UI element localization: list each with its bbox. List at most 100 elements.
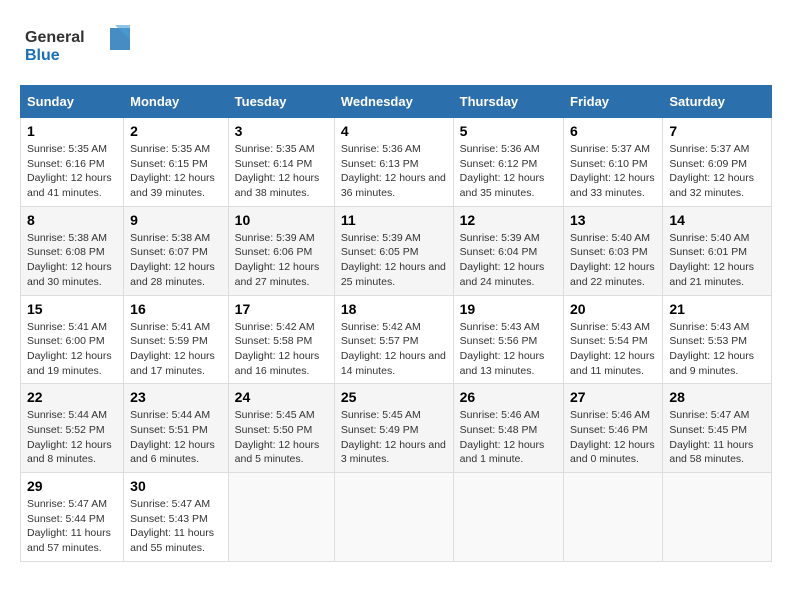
day-cell — [663, 473, 772, 562]
day-cell: 11 Sunrise: 5:39 AMSunset: 6:05 PMDaylig… — [334, 206, 453, 295]
day-number: 4 — [341, 123, 447, 139]
day-info: Sunrise: 5:39 AMSunset: 6:04 PMDaylight:… — [460, 231, 557, 290]
day-info: Sunrise: 5:46 AMSunset: 5:48 PMDaylight:… — [460, 408, 557, 467]
day-number: 11 — [341, 212, 447, 228]
day-cell: 19 Sunrise: 5:43 AMSunset: 5:56 PMDaylig… — [453, 295, 563, 384]
weekday-header-saturday: Saturday — [663, 86, 772, 118]
day-cell: 29 Sunrise: 5:47 AMSunset: 5:44 PMDaylig… — [21, 473, 124, 562]
day-info: Sunrise: 5:36 AMSunset: 6:13 PMDaylight:… — [341, 142, 447, 201]
weekday-header-sunday: Sunday — [21, 86, 124, 118]
svg-text:General: General — [25, 29, 85, 46]
logo: General Blue — [20, 20, 130, 75]
day-cell: 28 Sunrise: 5:47 AMSunset: 5:45 PMDaylig… — [663, 384, 772, 473]
day-cell — [564, 473, 663, 562]
day-info: Sunrise: 5:37 AMSunset: 6:10 PMDaylight:… — [570, 142, 656, 201]
week-row-5: 29 Sunrise: 5:47 AMSunset: 5:44 PMDaylig… — [21, 473, 772, 562]
day-cell: 5 Sunrise: 5:36 AMSunset: 6:12 PMDayligh… — [453, 118, 563, 207]
day-number: 17 — [235, 301, 328, 317]
day-number: 26 — [460, 389, 557, 405]
day-info: Sunrise: 5:46 AMSunset: 5:46 PMDaylight:… — [570, 408, 656, 467]
weekday-header-wednesday: Wednesday — [334, 86, 453, 118]
day-info: Sunrise: 5:41 AMSunset: 5:59 PMDaylight:… — [130, 320, 222, 379]
day-cell: 6 Sunrise: 5:37 AMSunset: 6:10 PMDayligh… — [564, 118, 663, 207]
day-number: 30 — [130, 478, 222, 494]
day-info: Sunrise: 5:43 AMSunset: 5:56 PMDaylight:… — [460, 320, 557, 379]
day-info: Sunrise: 5:44 AMSunset: 5:51 PMDaylight:… — [130, 408, 222, 467]
day-cell: 23 Sunrise: 5:44 AMSunset: 5:51 PMDaylig… — [124, 384, 229, 473]
week-row-4: 22 Sunrise: 5:44 AMSunset: 5:52 PMDaylig… — [21, 384, 772, 473]
day-cell: 3 Sunrise: 5:35 AMSunset: 6:14 PMDayligh… — [228, 118, 334, 207]
day-info: Sunrise: 5:43 AMSunset: 5:54 PMDaylight:… — [570, 320, 656, 379]
day-cell: 27 Sunrise: 5:46 AMSunset: 5:46 PMDaylig… — [564, 384, 663, 473]
day-cell: 17 Sunrise: 5:42 AMSunset: 5:58 PMDaylig… — [228, 295, 334, 384]
day-number: 22 — [27, 389, 117, 405]
day-info: Sunrise: 5:47 AMSunset: 5:43 PMDaylight:… — [130, 497, 222, 556]
day-number: 29 — [27, 478, 117, 494]
day-info: Sunrise: 5:36 AMSunset: 6:12 PMDaylight:… — [460, 142, 557, 201]
weekday-header-monday: Monday — [124, 86, 229, 118]
day-cell: 21 Sunrise: 5:43 AMSunset: 5:53 PMDaylig… — [663, 295, 772, 384]
day-cell: 15 Sunrise: 5:41 AMSunset: 6:00 PMDaylig… — [21, 295, 124, 384]
day-cell: 1 Sunrise: 5:35 AMSunset: 6:16 PMDayligh… — [21, 118, 124, 207]
day-number: 25 — [341, 389, 447, 405]
day-cell: 16 Sunrise: 5:41 AMSunset: 5:59 PMDaylig… — [124, 295, 229, 384]
day-number: 16 — [130, 301, 222, 317]
day-info: Sunrise: 5:35 AMSunset: 6:14 PMDaylight:… — [235, 142, 328, 201]
day-info: Sunrise: 5:47 AMSunset: 5:44 PMDaylight:… — [27, 497, 117, 556]
day-number: 21 — [669, 301, 765, 317]
day-number: 13 — [570, 212, 656, 228]
page-header: General Blue — [20, 20, 772, 75]
weekday-header-tuesday: Tuesday — [228, 86, 334, 118]
day-cell: 4 Sunrise: 5:36 AMSunset: 6:13 PMDayligh… — [334, 118, 453, 207]
calendar-table: SundayMondayTuesdayWednesdayThursdayFrid… — [20, 85, 772, 562]
week-row-1: 1 Sunrise: 5:35 AMSunset: 6:16 PMDayligh… — [21, 118, 772, 207]
week-row-3: 15 Sunrise: 5:41 AMSunset: 6:00 PMDaylig… — [21, 295, 772, 384]
weekday-header-thursday: Thursday — [453, 86, 563, 118]
day-number: 23 — [130, 389, 222, 405]
day-cell: 26 Sunrise: 5:46 AMSunset: 5:48 PMDaylig… — [453, 384, 563, 473]
day-info: Sunrise: 5:37 AMSunset: 6:09 PMDaylight:… — [669, 142, 765, 201]
day-number: 24 — [235, 389, 328, 405]
day-info: Sunrise: 5:45 AMSunset: 5:49 PMDaylight:… — [341, 408, 447, 467]
day-number: 12 — [460, 212, 557, 228]
day-cell: 10 Sunrise: 5:39 AMSunset: 6:06 PMDaylig… — [228, 206, 334, 295]
day-number: 15 — [27, 301, 117, 317]
day-number: 19 — [460, 301, 557, 317]
day-number: 1 — [27, 123, 117, 139]
day-cell: 24 Sunrise: 5:45 AMSunset: 5:50 PMDaylig… — [228, 384, 334, 473]
day-cell: 20 Sunrise: 5:43 AMSunset: 5:54 PMDaylig… — [564, 295, 663, 384]
day-number: 14 — [669, 212, 765, 228]
day-cell — [453, 473, 563, 562]
day-cell: 7 Sunrise: 5:37 AMSunset: 6:09 PMDayligh… — [663, 118, 772, 207]
week-row-2: 8 Sunrise: 5:38 AMSunset: 6:08 PMDayligh… — [21, 206, 772, 295]
day-cell: 8 Sunrise: 5:38 AMSunset: 6:08 PMDayligh… — [21, 206, 124, 295]
day-info: Sunrise: 5:40 AMSunset: 6:03 PMDaylight:… — [570, 231, 656, 290]
day-info: Sunrise: 5:42 AMSunset: 5:58 PMDaylight:… — [235, 320, 328, 379]
day-cell — [228, 473, 334, 562]
day-number: 9 — [130, 212, 222, 228]
day-cell: 18 Sunrise: 5:42 AMSunset: 5:57 PMDaylig… — [334, 295, 453, 384]
day-number: 8 — [27, 212, 117, 228]
svg-text:Blue: Blue — [25, 47, 60, 64]
weekday-header-row: SundayMondayTuesdayWednesdayThursdayFrid… — [21, 86, 772, 118]
day-info: Sunrise: 5:35 AMSunset: 6:16 PMDaylight:… — [27, 142, 117, 201]
day-number: 5 — [460, 123, 557, 139]
day-info: Sunrise: 5:38 AMSunset: 6:08 PMDaylight:… — [27, 231, 117, 290]
day-info: Sunrise: 5:40 AMSunset: 6:01 PMDaylight:… — [669, 231, 765, 290]
day-cell: 13 Sunrise: 5:40 AMSunset: 6:03 PMDaylig… — [564, 206, 663, 295]
day-cell: 22 Sunrise: 5:44 AMSunset: 5:52 PMDaylig… — [21, 384, 124, 473]
day-info: Sunrise: 5:45 AMSunset: 5:50 PMDaylight:… — [235, 408, 328, 467]
day-info: Sunrise: 5:42 AMSunset: 5:57 PMDaylight:… — [341, 320, 447, 379]
day-number: 7 — [669, 123, 765, 139]
day-info: Sunrise: 5:47 AMSunset: 5:45 PMDaylight:… — [669, 408, 765, 467]
day-cell: 14 Sunrise: 5:40 AMSunset: 6:01 PMDaylig… — [663, 206, 772, 295]
weekday-header-friday: Friday — [564, 86, 663, 118]
day-number: 2 — [130, 123, 222, 139]
day-info: Sunrise: 5:43 AMSunset: 5:53 PMDaylight:… — [669, 320, 765, 379]
day-cell: 30 Sunrise: 5:47 AMSunset: 5:43 PMDaylig… — [124, 473, 229, 562]
day-cell: 12 Sunrise: 5:39 AMSunset: 6:04 PMDaylig… — [453, 206, 563, 295]
day-number: 20 — [570, 301, 656, 317]
day-info: Sunrise: 5:39 AMSunset: 6:05 PMDaylight:… — [341, 231, 447, 290]
day-number: 3 — [235, 123, 328, 139]
day-cell: 9 Sunrise: 5:38 AMSunset: 6:07 PMDayligh… — [124, 206, 229, 295]
